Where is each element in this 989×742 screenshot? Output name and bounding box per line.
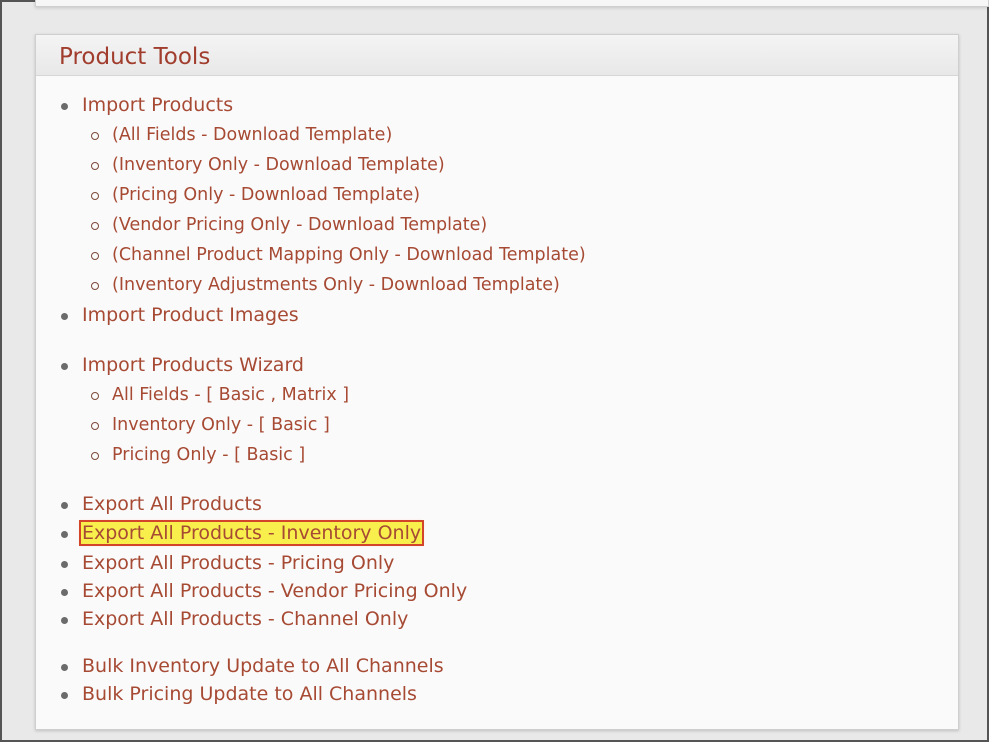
link-wizard-inventory-only[interactable]: Inventory Only - [ Basic ]	[112, 415, 330, 435]
bullet-dot	[61, 103, 68, 110]
bullet-ring	[91, 222, 99, 230]
link-bulk-inventory-update[interactable]: Bulk Inventory Update to All Channels	[82, 655, 444, 677]
bullet-dot	[61, 664, 68, 671]
link-import-products-wizard[interactable]: Import Products Wizard	[82, 354, 304, 376]
link-template-channel-mapping[interactable]: (Channel Product Mapping Only - Download…	[112, 245, 586, 265]
bullet-dot	[61, 502, 68, 509]
product-tools-panel: Product Tools Import Products (All Field…	[35, 34, 959, 730]
bullet-ring	[91, 162, 99, 170]
link-wizard-all-fields[interactable]: All Fields - [ Basic , Matrix ]	[112, 385, 349, 405]
bullet-ring	[91, 192, 99, 200]
link-wizard-pricing-only[interactable]: Pricing Only - [ Basic ]	[112, 445, 305, 465]
link-import-products[interactable]: Import Products	[82, 94, 233, 116]
bullet-ring	[91, 452, 99, 460]
bullet-dot	[61, 561, 68, 568]
link-template-pricing-only[interactable]: (Pricing Only - Download Template)	[112, 185, 420, 205]
panel-header: Product Tools	[36, 35, 958, 76]
link-export-channel-only[interactable]: Export All Products - Channel Only	[82, 608, 408, 630]
panel-title: Product Tools	[59, 44, 211, 70]
link-export-all-products[interactable]: Export All Products	[82, 493, 262, 515]
link-template-inventory-only[interactable]: (Inventory Only - Download Template)	[112, 155, 445, 175]
bullet-ring	[91, 132, 99, 140]
link-export-inventory-only[interactable]: Export All Products - Inventory Only	[78, 520, 425, 546]
link-export-pricing-only[interactable]: Export All Products - Pricing Only	[82, 552, 394, 574]
link-export-vendor-pricing-only[interactable]: Export All Products - Vendor Pricing Onl…	[82, 580, 467, 602]
bullet-ring	[91, 422, 99, 430]
link-template-inventory-adjustments[interactable]: (Inventory Adjustments Only - Download T…	[112, 275, 560, 295]
link-template-all-fields[interactable]: (All Fields - Download Template)	[112, 125, 392, 145]
link-bulk-pricing-update[interactable]: Bulk Pricing Update to All Channels	[82, 683, 417, 705]
bullet-dot	[61, 589, 68, 596]
link-import-product-images[interactable]: Import Product Images	[82, 304, 299, 326]
bullet-dot	[61, 363, 68, 370]
bullet-dot	[61, 692, 68, 699]
bullet-dot	[61, 617, 68, 624]
bullet-dot	[61, 531, 68, 538]
bullet-ring	[91, 392, 99, 400]
link-template-vendor-pricing[interactable]: (Vendor Pricing Only - Download Template…	[112, 215, 487, 235]
bullet-ring	[91, 252, 99, 260]
bullet-dot	[61, 313, 68, 320]
top-panel-edge	[35, 0, 989, 7]
bullet-ring	[91, 282, 99, 290]
